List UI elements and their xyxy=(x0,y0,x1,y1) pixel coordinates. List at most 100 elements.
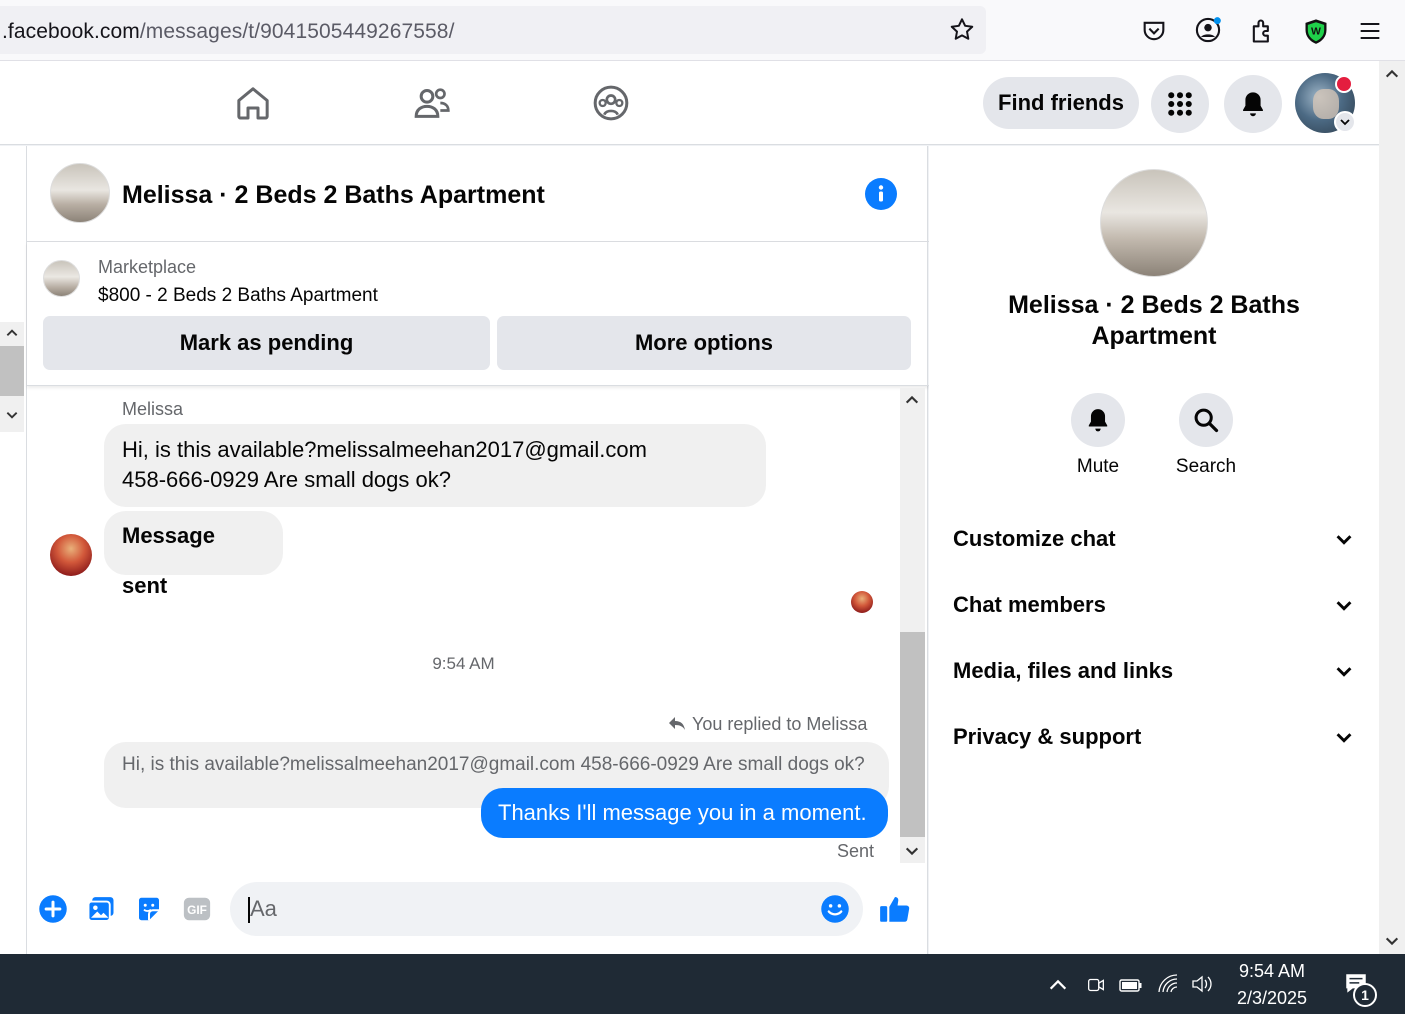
chat-panel: Melissa · 2 Beds 2 Baths Apartment Marke… xyxy=(26,146,929,954)
info-title: Melissa · 2 Beds 2 Baths Apartment xyxy=(929,290,1379,352)
chat-title[interactable]: Melissa · 2 Beds 2 Baths Apartment xyxy=(122,181,545,210)
volume-icon[interactable] xyxy=(1190,972,1216,996)
facebook-top-nav: Find friends xyxy=(0,61,1379,145)
address-bar[interactable]: .facebook.com/messages/t/904150544926755… xyxy=(0,6,986,54)
chevron-down-icon[interactable] xyxy=(1333,660,1355,682)
privacy-support-section[interactable]: Privacy & support xyxy=(953,724,1141,750)
message-text: Message sent xyxy=(122,523,215,598)
message-input-placeholder: Aa xyxy=(250,896,277,921)
chevron-down-icon[interactable] xyxy=(1333,726,1355,748)
bookmark-star-icon[interactable] xyxy=(948,16,976,44)
notification-dot xyxy=(1335,75,1353,93)
wifi-icon[interactable] xyxy=(1156,972,1180,996)
scroll-up-arrow-icon[interactable] xyxy=(5,326,19,340)
notifications-button[interactable] xyxy=(1224,75,1282,133)
menu-button[interactable] xyxy=(1151,75,1209,133)
scroll-up-arrow-icon[interactable] xyxy=(1384,66,1400,82)
message-timestamp: 9:54 AM xyxy=(432,654,495,673)
url-text[interactable]: .facebook.com/messages/t/904150544926755… xyxy=(2,20,455,44)
search-button[interactable] xyxy=(1179,393,1233,447)
url-path: /messages/t/9041505449267558/ xyxy=(139,20,455,43)
message-bubble-outgoing[interactable]: Thanks I'll message you in a moment. xyxy=(481,788,888,838)
sender-avatar[interactable] xyxy=(50,534,92,576)
messages-scroll-thumb[interactable] xyxy=(900,632,925,837)
groups-icon[interactable] xyxy=(591,83,631,123)
chevron-up-icon[interactable] xyxy=(1047,974,1069,996)
scroll-down-arrow-icon[interactable] xyxy=(5,408,19,422)
chevron-down-icon[interactable] xyxy=(1333,528,1355,550)
avatar-photo-highlight xyxy=(1313,89,1339,119)
emoji-icon[interactable] xyxy=(820,894,850,924)
battery-icon[interactable] xyxy=(1118,973,1144,997)
chat-info-button[interactable] xyxy=(865,178,897,210)
sender-name: Melissa xyxy=(122,399,184,419)
message-line: Hi, is this available?melissalmeehan2017… xyxy=(122,437,647,462)
read-receipt-avatar xyxy=(851,591,873,613)
left-partial-panel xyxy=(0,146,26,954)
mute-label: Mute xyxy=(1076,456,1120,477)
add-icon[interactable] xyxy=(38,894,68,924)
bell-icon xyxy=(1088,409,1108,432)
url-host: .facebook.com xyxy=(2,20,140,43)
svg-text:W: W xyxy=(1311,26,1321,38)
message-bubble-incoming[interactable]: Message sent xyxy=(104,511,283,598)
clock-date[interactable]: 2/3/2025 xyxy=(1222,988,1322,1009)
customize-chat-section[interactable]: Customize chat xyxy=(953,526,1116,552)
meet-now-icon[interactable] xyxy=(1085,973,1107,997)
like-thumb-icon[interactable] xyxy=(878,892,912,926)
scroll-down-arrow-icon[interactable] xyxy=(904,843,920,859)
account-dropdown[interactable] xyxy=(1334,111,1356,133)
chat-header: Melissa · 2 Beds 2 Baths Apartment xyxy=(27,146,929,242)
svg-text:GIF: GIF xyxy=(187,903,207,917)
photo-icon[interactable] xyxy=(86,894,116,924)
left-panel-scroll-thumb[interactable] xyxy=(0,346,24,396)
scroll-down-arrow-icon[interactable] xyxy=(1384,933,1400,949)
quoted-text: Hi, is this available?melissalmeehan2017… xyxy=(122,754,865,775)
clock-time[interactable]: 9:54 AM xyxy=(1222,961,1322,982)
account-icon[interactable] xyxy=(1194,16,1222,44)
message-status: Sent xyxy=(837,841,875,861)
home-icon[interactable] xyxy=(233,83,273,123)
marketplace-listing-bar: Marketplace $800 - 2 Beds 2 Baths Apartm… xyxy=(27,242,929,386)
shield-extension-icon[interactable]: W xyxy=(1302,17,1330,45)
browser-toolbar: .facebook.com/messages/t/904150544926755… xyxy=(0,0,1405,61)
chat-avatar[interactable] xyxy=(50,163,110,223)
notification-count-badge: 1 xyxy=(1353,983,1377,1007)
info-title-line: Melissa · 2 Beds 2 Baths xyxy=(1008,291,1300,319)
chevron-down-icon xyxy=(1340,119,1350,126)
find-friends-button[interactable]: Find friends xyxy=(983,77,1139,129)
chevron-down-icon[interactable] xyxy=(1333,594,1355,616)
reply-arrow-icon xyxy=(669,717,685,730)
window-scrollbar[interactable] xyxy=(1379,61,1405,954)
extensions-icon[interactable] xyxy=(1248,17,1276,45)
listing-title[interactable]: $800 - 2 Beds 2 Baths Apartment xyxy=(98,285,378,307)
notification-count: 1 xyxy=(1361,987,1369,1003)
message-text: Thanks I'll message you in a moment. xyxy=(498,800,867,825)
listing-thumbnail[interactable] xyxy=(43,260,80,297)
app-menu-icon[interactable] xyxy=(1356,17,1384,45)
message-line: 458-666-0929 Are small dogs ok? xyxy=(122,467,451,492)
message-bubble-incoming[interactable]: Hi, is this available?melissalmeehan2017… xyxy=(104,424,766,507)
reply-indicator: You replied to Melissa xyxy=(667,714,867,735)
mark-as-pending-button[interactable]: Mark as pending xyxy=(43,316,490,370)
info-avatar[interactable] xyxy=(1100,169,1208,277)
info-icon xyxy=(878,185,884,202)
reply-label: You replied to Melissa xyxy=(692,714,868,734)
sticker-icon[interactable] xyxy=(134,894,164,924)
marketplace-label: Marketplace xyxy=(98,257,197,277)
chat-members-section[interactable]: Chat members xyxy=(953,592,1106,618)
windows-taskbar: 9:54 AM 2/3/2025 1 xyxy=(0,954,1405,1014)
grid-menu-icon xyxy=(1168,92,1192,116)
conversation-info-panel: Melissa · 2 Beds 2 Baths Apartment Mute … xyxy=(929,146,1379,954)
more-options-button[interactable]: More options xyxy=(497,316,911,370)
search-icon xyxy=(1194,408,1219,433)
scroll-up-arrow-icon[interactable] xyxy=(904,392,920,408)
search-label: Search xyxy=(1175,456,1237,477)
message-input[interactable]: Aa xyxy=(230,882,863,936)
friends-icon[interactable] xyxy=(412,83,452,123)
pocket-icon[interactable] xyxy=(1140,17,1168,45)
gif-icon[interactable]: GIF xyxy=(182,894,212,924)
media-files-links-section[interactable]: Media, files and links xyxy=(953,658,1173,684)
info-title-line: Apartment xyxy=(1091,322,1217,350)
mute-button[interactable] xyxy=(1071,393,1125,447)
